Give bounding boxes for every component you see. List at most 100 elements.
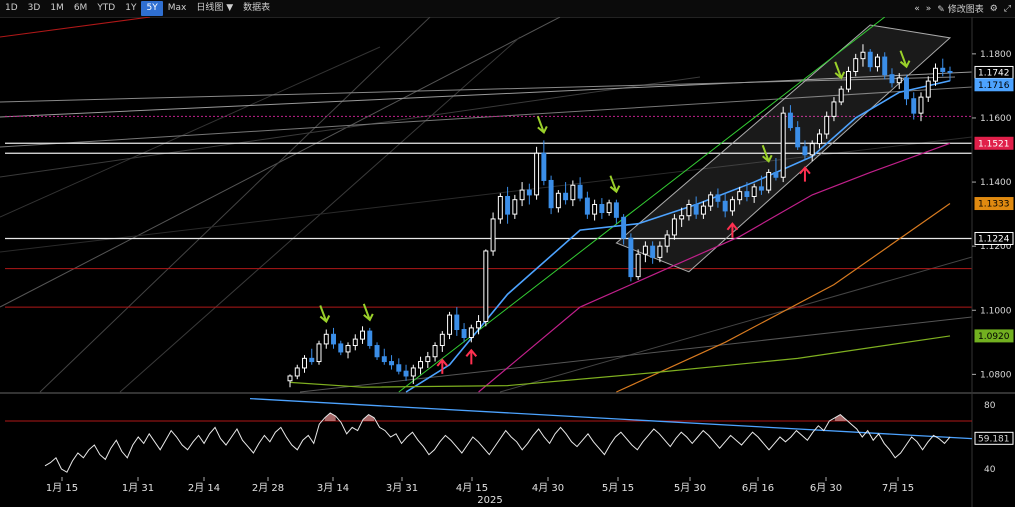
candle-body [911,98,917,114]
trend-line [0,17,561,308]
candle-body [519,189,525,201]
candle-body [302,357,307,369]
candle-body [316,343,322,363]
candle-body [555,192,561,209]
x-axis-tick-label: 4月 30 [532,482,564,494]
period-button-1d[interactable]: 1D [0,1,23,16]
trend-line [0,17,151,38]
candle-body [526,189,532,196]
y-axis-tick-label: 1.0800 [980,370,1012,380]
x-axis-tick-label: 4月 15 [456,482,488,494]
period-button-6m[interactable]: 6M [69,1,93,16]
period-button-1y[interactable]: 1Y [120,1,141,16]
price-tag-label: 1.1521 [978,139,1010,149]
trend-line [0,46,381,218]
trend-line [0,136,973,253]
candle-body [389,361,395,366]
candle-body [606,202,612,214]
price-tag-label: 1.1716 [978,81,1010,91]
rsi-tick-label: 80 [984,401,996,411]
price-chart[interactable]: 1.18001.16001.14001.12001.10001.08001.17… [0,17,1015,507]
candle-body [947,70,953,73]
x-axis-tick-label: 7月 15 [882,482,914,494]
candle-body [418,361,424,369]
candle-body [795,127,801,148]
candle-body [635,253,641,278]
candle-body [824,115,830,135]
period-button-3d[interactable]: 3D [23,1,46,16]
rsi-current-label: 59.181 [978,434,1010,444]
down-arrow-marker [319,305,331,324]
candle-body [505,195,511,215]
data-table-button[interactable]: 数据表 [238,1,275,16]
price-tag-label: 1.1224 [978,234,1010,244]
candle-body [563,192,569,201]
candle-body [642,245,648,255]
period-button-1m[interactable]: 1M [45,1,69,16]
edit-chart-button[interactable]: ✎ 修改图表 [937,2,983,15]
candle-body [715,194,721,202]
candle-body [766,171,772,191]
candle-body [331,333,336,345]
candle-body [592,204,598,215]
gear-icon[interactable]: ⚙ [990,4,998,14]
candle-body [410,367,416,377]
candle-body [454,314,460,331]
candle-body [925,80,931,98]
candle-body [933,67,938,82]
candle-body [700,205,706,215]
edit-chart-label: 修改图表 [947,5,984,15]
candle-body [722,200,728,212]
candle-body [490,218,496,252]
candle-body [664,234,670,247]
candle-body [468,327,474,339]
candle-body [802,146,808,156]
down-arrow-marker [362,303,374,322]
candle-body [425,356,431,363]
candle-body [621,216,627,239]
candle-body [577,184,583,199]
candle-body [323,333,329,345]
x-axis-tick-label: 1月 31 [122,482,154,494]
candle-body [403,370,409,377]
candle-body [374,345,380,358]
period-button-ytd[interactable]: YTD [92,1,120,16]
candle-body [628,237,634,278]
maximize-icon[interactable]: ⤢ [1004,4,1011,14]
candle-body [360,330,366,340]
candle-body [541,152,547,181]
range-toolbar: 1D 3D 1M 6M YTD 1Y 5Y Max 日线图 ▼ 数据表 [0,0,1015,18]
rsi-tick-label: 40 [984,465,996,475]
period-button-5y[interactable]: 5Y [141,1,163,16]
expand-icon[interactable]: » [926,4,932,14]
candle-body [396,364,402,372]
candle-body [758,186,764,191]
candle-body [497,195,503,220]
x-axis-tick-label: 2月 28 [252,482,284,494]
candle-body [287,375,293,382]
price-tag-label: 1.0920 [978,332,1010,342]
candle-body [432,345,438,358]
x-axis-year-label: 2025 [477,495,502,506]
candle-body [657,245,663,258]
period-button-max[interactable]: Max [163,1,192,16]
rsi-trend-line [249,397,973,440]
collapse-icon[interactable]: « [914,4,920,14]
y-axis-tick-label: 1.1400 [980,178,1012,188]
candle-body [613,202,619,218]
candle-body [737,191,743,201]
candle-body [845,70,851,90]
candle-body [512,199,518,215]
candle-body [352,338,358,347]
candle-body [679,215,685,220]
down-arrow-marker [536,116,548,134]
price-tag-label: 1.1742 [978,68,1010,78]
chart-type-dropdown[interactable]: 日线图 ▼ [191,1,238,16]
candle-body [751,186,757,197]
candle-body [744,191,750,197]
trend-line [299,316,973,393]
x-axis-tick-label: 5月 15 [602,482,634,494]
candle-body [483,250,489,322]
x-axis-tick-label: 1月 15 [46,482,78,494]
candle-body [904,77,909,100]
